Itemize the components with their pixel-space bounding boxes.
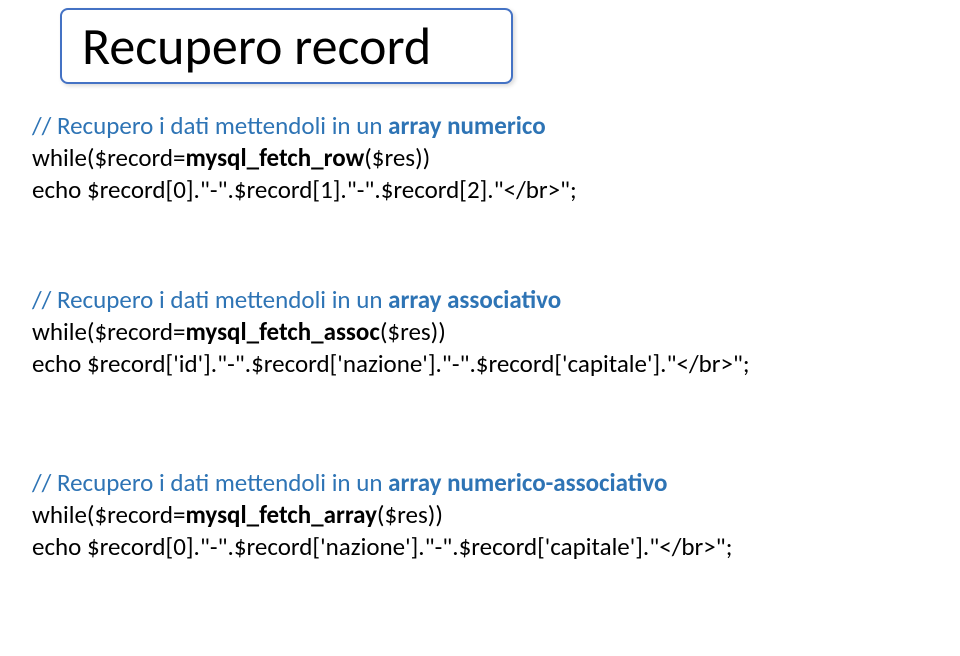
mysql-func: mysql_fetch_array (186, 499, 377, 530)
comment-line: // Recupero i dati mettendoli in un arra… (32, 467, 928, 499)
while-suffix: ($res)) (380, 316, 446, 347)
comment-line: // Recupero i dati mettendoli in un arra… (32, 284, 928, 316)
comment-bold: array associativo (388, 284, 561, 315)
while-prefix: while($record= (32, 499, 186, 530)
comment-text: // Recupero i dati mettendoli in un (32, 110, 388, 141)
while-prefix: while($record= (32, 316, 186, 347)
while-suffix: ($res)) (364, 142, 430, 173)
mysql-func: mysql_fetch_row (186, 142, 365, 173)
code-block-2: // Recupero i dati mettendoli in un arra… (32, 284, 928, 380)
while-prefix: while($record= (32, 142, 186, 173)
echo-line: echo $record['id']."-".$record['nazione'… (32, 348, 928, 380)
echo-line: echo $record[0]."-".$record['nazione']."… (32, 531, 928, 563)
title-box: Recupero record (60, 8, 513, 84)
comment-line: // Recupero i dati mettendoli in un arra… (32, 110, 928, 142)
code-block-1: // Recupero i dati mettendoli in un arra… (32, 110, 928, 206)
slide-title: Recupero record (82, 14, 431, 78)
while-line: while($record=mysql_fetch_row($res)) (32, 142, 928, 174)
slide: Recupero record // Recupero i dati mette… (0, 0, 960, 656)
mysql-func: mysql_fetch_assoc (186, 316, 380, 347)
code-block-3: // Recupero i dati mettendoli in un arra… (32, 467, 928, 563)
comment-text: // Recupero i dati mettendoli in un (32, 284, 388, 315)
echo-line: echo $record[0]."-".$record[1]."-".$reco… (32, 174, 928, 206)
while-line: while($record=mysql_fetch_array($res)) (32, 499, 928, 531)
comment-text: // Recupero i dati mettendoli in un (32, 467, 388, 498)
while-line: while($record=mysql_fetch_assoc($res)) (32, 316, 928, 348)
comment-bold: array numerico-associativo (388, 467, 667, 498)
comment-bold: array numerico (388, 110, 546, 141)
while-suffix: ($res)) (377, 499, 443, 530)
